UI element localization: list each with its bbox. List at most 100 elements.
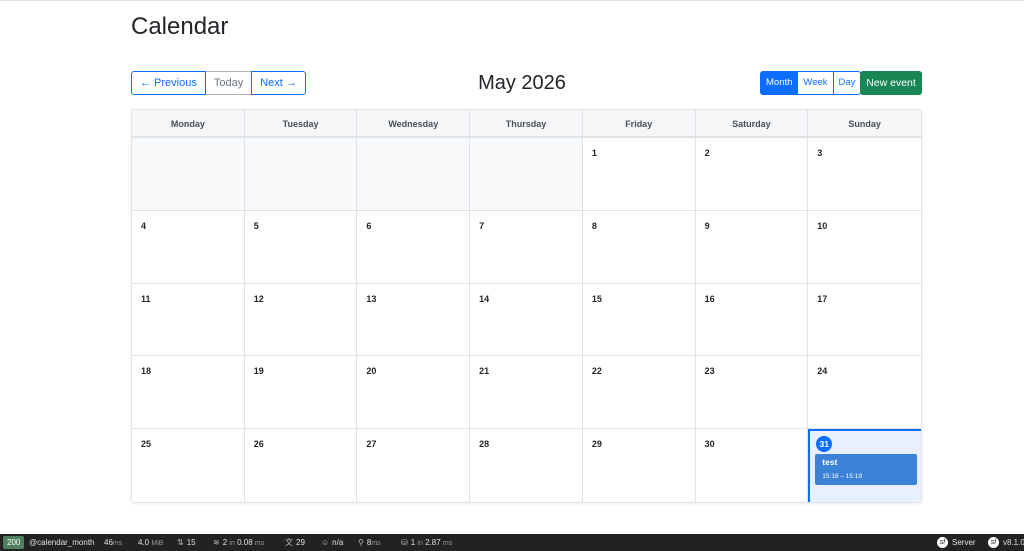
day-grid: 1 2 3 4 5 6 7 8 9 10 11 12 13 14 15 16 17 18 19 20 21 22 23 24 2… [132,138,921,502]
day-cell[interactable]: 22 [582,356,696,430]
database-icon: ⛁ [401,538,408,547]
day-number: 23 [704,366,715,377]
day-cell[interactable]: 15 [582,283,696,357]
day-number: 11 [141,293,151,304]
day-cell[interactable]: 3 [808,138,921,211]
translations-count[interactable]: 文 29 [285,534,305,551]
day-cell[interactable]: 30 [695,429,809,502]
weekday-header: Monday Tuesday Wednesday Thursday Friday Satu… [132,110,921,138]
db-value: 1 [410,538,416,547]
status-code-badge[interactable]: 200 [3,536,25,549]
day-cell[interactable]: 9 [695,210,809,284]
cache-unit: ms [254,540,265,547]
cache-stats[interactable]: ≋ 2 in 0.08 ms [213,534,264,551]
day-number: 16 [704,293,715,304]
day-cell[interactable]: 29 [582,429,696,502]
user-info[interactable]: ☺ n/a [321,534,343,551]
server-info[interactable]: sf Server [937,534,976,551]
page-title: Calendar [131,13,229,40]
requests-count[interactable]: ⇅ 15 [177,534,196,551]
day-cell[interactable]: 4 [132,210,245,284]
day-cell[interactable]: 11 [132,283,245,357]
memory-usage[interactable]: 4.0 MiB [138,534,163,551]
day-cell[interactable]: 8 [582,210,696,284]
event-title: test [822,457,838,468]
day-number: 1 [591,148,597,158]
day-cell[interactable]: 14 [470,283,583,357]
cache-in: in [229,540,235,547]
day-cell[interactable]: 1 [582,138,696,211]
request-time[interactable]: 46ms [104,534,122,551]
day-number: 18 [141,366,152,377]
day-number: 30 [704,439,715,450]
month-view-button[interactable]: Month [760,71,799,95]
day-number: 2 [704,148,710,158]
memory-value: 4.0 [138,538,150,547]
user-value: n/a [332,538,344,547]
translations-value: 29 [296,538,305,547]
day-cell[interactable]: 23 [695,356,809,430]
user-icon: ☺ [321,538,330,547]
empty-day-cell [470,138,583,211]
day-number: 12 [253,293,264,304]
empty-day-cell [132,138,245,211]
day-cell[interactable]: 28 [470,429,583,502]
day-cell[interactable]: 16 [695,283,809,357]
route-name[interactable]: @calendar_month [29,534,95,551]
version-info[interactable]: sf v8.1.0 [988,534,1024,551]
day-view-button[interactable]: Day [832,71,862,95]
weekday-header-cell: Thursday [470,110,583,138]
day-cell[interactable]: 25 [132,429,245,502]
day-number: 4 [141,220,147,231]
calendar-event[interactable]: test 15:18 – 15:19 [815,454,918,486]
day-cell[interactable]: 31 test 15:18 – 15:19 [808,429,921,502]
day-number: 3 [817,148,823,158]
symfony-version-icon: sf [988,537,999,549]
twig-icon: ⚲ [358,538,364,547]
cache-value: 2 [222,538,228,547]
database-queries[interactable]: ⛁ 1 in 2.87 ms [401,534,452,551]
day-cell[interactable]: 10 [808,210,921,284]
weekday-header-cell: Sunday [848,119,881,129]
new-event-button[interactable]: New event [860,71,922,95]
day-cell[interactable]: 20 [357,356,471,430]
day-number: 25 [141,439,152,450]
day-number: 8 [591,220,597,231]
db-unit: ms [442,540,453,547]
requests-value: 15 [186,538,196,547]
weekday-header-cell: Monday [132,110,245,138]
day-cell[interactable]: 13 [357,283,471,357]
day-cell[interactable]: 7 [470,210,583,284]
layers-icon: ≋ [213,538,220,547]
day-cell[interactable]: 21 [470,356,583,430]
today-date-badge: 31 [816,436,833,453]
day-cell[interactable]: 5 [244,210,358,284]
day-cell[interactable]: 12 [244,283,358,357]
day-cell[interactable]: 27 [357,429,471,502]
top-border [0,0,1024,1]
month-calendar: Monday Tuesday Wednesday Thursday Friday Satu… [131,109,922,503]
day-cell[interactable]: 2 [695,138,809,211]
empty-day-cell [244,138,358,211]
twig-unit: ms [371,540,381,547]
day-cell[interactable]: 24 [808,356,921,430]
twig-time[interactable]: ⚲ 8ms [358,534,381,551]
day-cell[interactable]: 18 [132,356,245,430]
db-in: in [417,540,423,547]
event-time: 15:18 – 15:19 [822,473,863,481]
request-time-unit: ms [112,540,123,547]
day-cell[interactable]: 26 [244,429,358,502]
symfony-logo-icon: sf [937,537,948,549]
day-cell[interactable]: 19 [244,356,358,430]
day-number: 28 [479,439,490,450]
day-cell[interactable]: 6 [357,210,471,284]
week-view-button[interactable]: Week [798,71,833,95]
translate-icon: 文 [285,538,293,547]
server-label: Server [952,538,976,547]
day-number: 15 [591,293,602,304]
request-time-value: 46 [104,538,113,547]
day-number: 13 [366,293,377,304]
weekday-header-cell: Friday [583,110,696,138]
day-cell[interactable]: 17 [808,283,921,357]
cache-time: 0.08 [237,538,253,547]
